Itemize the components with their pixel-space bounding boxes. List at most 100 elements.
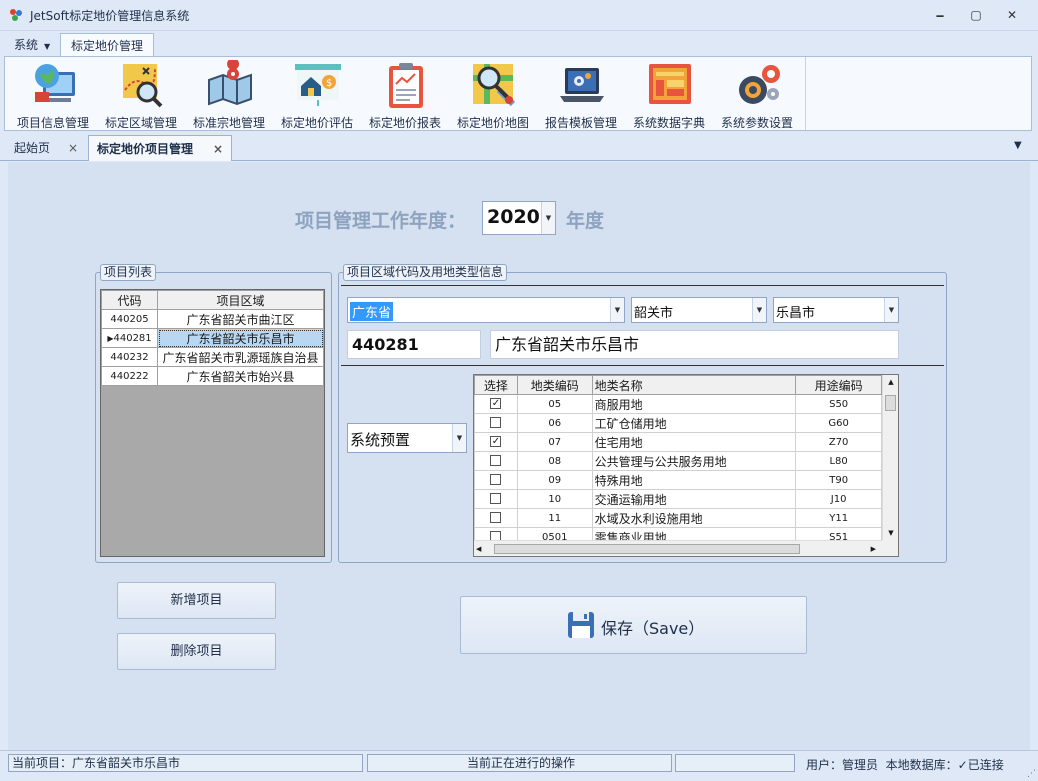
chevron-down-icon: ▼ — [44, 42, 51, 51]
chevron-down-icon[interactable]: ▼ — [541, 202, 555, 234]
horizontal-scrollbar[interactable]: ◀ ▶ — [474, 540, 882, 556]
table-row[interactable]: 10 交通运输用地 J10 — [474, 489, 882, 509]
delete-project-button[interactable]: 删除项目 — [117, 633, 276, 670]
price-eval-button[interactable]: $ 标定地价评估 — [273, 57, 361, 130]
col-select[interactable]: 选择 — [474, 375, 518, 395]
close-icon[interactable]: × — [213, 136, 223, 162]
minimize-button[interactable]: 🗕 — [926, 5, 954, 25]
area-manage-label: 标定区域管理 — [104, 116, 177, 130]
row-checkbox[interactable] — [490, 493, 502, 505]
province-select[interactable]: 广东省 ▼ — [347, 297, 625, 323]
scroll-up-icon[interactable]: ▲ — [883, 375, 898, 389]
system-settings-button[interactable]: 系统参数设置 — [713, 57, 801, 130]
save-button[interactable]: 保存（Save） — [460, 596, 807, 654]
status-right: 用户：管理员 本地数据库：✓已连接 — [806, 756, 1004, 773]
chevron-down-icon[interactable]: ▼ — [452, 424, 466, 452]
map-pin-icon — [208, 60, 252, 106]
city-select[interactable]: 韶关市 ▼ — [631, 297, 767, 323]
vertical-scrollbar[interactable]: ▲ ▼ — [882, 375, 898, 540]
row-checkbox[interactable] — [490, 474, 502, 486]
row-land-name: 工矿仓储用地 — [591, 413, 797, 433]
col-code[interactable]: 代码 — [101, 290, 158, 310]
row-checkbox[interactable]: ✓ — [490, 436, 502, 448]
grid-header: 选择 地类编码 地类名称 用途编码 — [474, 375, 882, 395]
table-row-selected[interactable]: ▶440281 广东省韶关市乐昌市 — [101, 328, 324, 348]
row-code[interactable]: 440222 — [101, 366, 158, 386]
table-row[interactable]: 440222 广东省韶关市始兴县 — [101, 366, 324, 386]
row-land-code: 06 — [516, 413, 593, 433]
table-row[interactable]: 06 工矿仓储用地 G60 — [474, 413, 882, 433]
scroll-left-icon[interactable]: ◀ — [476, 541, 481, 556]
tab-list-dropdown-icon[interactable]: ▼ — [1014, 140, 1022, 151]
table-row[interactable]: ✓ 05 商服用地 S50 — [474, 394, 882, 414]
ribbon-tab-system[interactable]: 系统 ▼ — [4, 33, 60, 57]
row-use-code: S50 — [795, 394, 882, 414]
chevron-down-icon[interactable]: ▼ — [884, 298, 898, 322]
report-clipboard-icon — [389, 63, 423, 108]
project-info-button[interactable]: 项目信息管理 — [9, 57, 97, 130]
table-row[interactable]: 440232 广东省韶关市乳源瑶族自治县 — [101, 347, 324, 367]
row-land-code: 05 — [516, 394, 593, 414]
status-current-operation: 当前正在进行的操作 — [367, 754, 672, 772]
col-land-name[interactable]: 地类名称 — [591, 375, 797, 395]
scroll-right-icon[interactable]: ▶ — [871, 541, 876, 556]
row-land-code: 08 — [516, 451, 593, 471]
table-row[interactable]: 08 公共管理与公共服务用地 L80 — [474, 451, 882, 471]
template-manage-button[interactable]: 报告模板管理 — [537, 57, 625, 130]
close-button[interactable]: ✕ — [998, 5, 1026, 25]
row-checkbox[interactable] — [490, 512, 502, 524]
area-manage-button[interactable]: 标定区域管理 — [97, 57, 185, 130]
col-area[interactable]: 项目区域 — [157, 290, 324, 310]
row-code[interactable]: 440232 — [101, 347, 158, 367]
resize-grip-icon[interactable]: ⋰ — [1027, 769, 1036, 779]
price-report-button[interactable]: 标定地价报表 — [361, 57, 449, 130]
table-row[interactable]: ✓ 07 住宅用地 Z70 — [474, 432, 882, 452]
col-land-code[interactable]: 地类编码 — [516, 375, 593, 395]
row-area[interactable]: 广东省韶关市乳源瑶族自治县 — [157, 347, 324, 367]
scroll-thumb[interactable] — [494, 544, 800, 554]
row-land-code: 09 — [516, 470, 593, 490]
svg-text:$: $ — [326, 78, 332, 89]
col-use-code[interactable]: 用途编码 — [795, 375, 882, 395]
table-row[interactable]: 440205 广东省韶关市曲江区 — [101, 309, 324, 329]
county-value: 乐昌市 — [776, 306, 816, 321]
row-code[interactable]: ▶440281 — [101, 328, 158, 348]
price-map-button[interactable]: 标定地价地图 — [449, 57, 537, 130]
preset-select[interactable]: 系统预置 ▼ — [347, 423, 467, 453]
region-name-field[interactable]: 广东省韶关市乐昌市 — [490, 330, 899, 359]
price-eval-label: 标定地价评估 — [280, 116, 353, 130]
ribbon-tab-land-price[interactable]: 标定地价管理 — [60, 33, 155, 57]
scroll-thumb[interactable] — [885, 395, 896, 411]
title-bar: JetSoft标定地价管理信息系统 🗕 ▢ ✕ — [0, 0, 1038, 31]
chevron-down-icon[interactable]: ▼ — [752, 298, 766, 322]
region-code-field[interactable]: 440281 — [347, 330, 481, 359]
row-area[interactable]: 广东省韶关市始兴县 — [157, 366, 324, 386]
table-row[interactable]: 09 特殊用地 T90 — [474, 470, 882, 490]
maximize-button[interactable]: ▢ — [962, 5, 990, 25]
row-checkbox[interactable]: ✓ — [490, 398, 502, 410]
row-area[interactable]: 广东省韶关市曲江区 — [157, 309, 324, 329]
chevron-down-icon[interactable]: ▼ — [610, 298, 624, 322]
doc-tab-home[interactable]: 起始页 × — [6, 135, 86, 161]
table-row[interactable]: 11 水域及水利设施用地 Y11 — [474, 508, 882, 528]
year-select[interactable]: 2020 ▼ — [482, 201, 556, 235]
close-icon[interactable]: × — [68, 135, 78, 161]
status-current-project: 当前项目：广东省韶关市乐昌市 — [8, 754, 363, 772]
county-select[interactable]: 乐昌市 ▼ — [773, 297, 899, 323]
scroll-down-icon[interactable]: ▼ — [883, 526, 898, 540]
data-dictionary-button[interactable]: 系统数据字典 — [625, 57, 713, 130]
parcel-manage-button[interactable]: 标准宗地管理 — [185, 57, 273, 130]
price-report-label: 标定地价报表 — [368, 116, 441, 130]
row-checkbox[interactable] — [490, 417, 502, 429]
add-project-button[interactable]: 新增项目 — [117, 582, 276, 619]
row-area[interactable]: 广东省韶关市乐昌市 — [157, 328, 324, 348]
doc-tab-project-manage[interactable]: 标定地价项目管理 × — [88, 135, 232, 161]
row-checkbox[interactable] — [490, 455, 502, 467]
land-type-grid[interactable]: 选择 地类编码 地类名称 用途编码 ✓ 05 商服用地 S50 06 工矿仓储用… — [473, 374, 899, 557]
project-list-grid[interactable]: 代码 项目区域 440205 广东省韶关市曲江区 ▶440281 广东省韶关市乐… — [100, 289, 325, 557]
row-code[interactable]: 440205 — [101, 309, 158, 329]
row-use-code: Y11 — [795, 508, 882, 528]
ribbon-group-separator — [805, 57, 806, 130]
ribbon-tab-system-label: 系统 — [14, 38, 39, 52]
dictionary-board-icon — [649, 64, 691, 104]
